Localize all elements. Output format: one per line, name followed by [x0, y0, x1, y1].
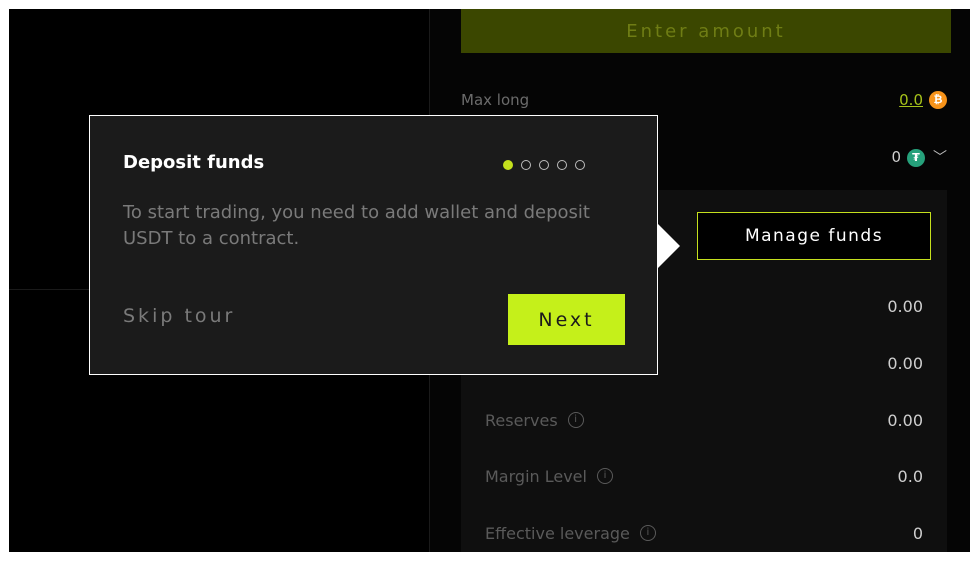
tour-popover: Deposit funds To start trading, you need…: [89, 115, 658, 375]
effective-leverage-label: Effective leverage: [485, 523, 630, 543]
info-icon[interactable]: i: [596, 468, 613, 484]
info-icon[interactable]: i: [567, 412, 584, 428]
usdt-icon: ₮: [907, 148, 925, 167]
amount-input[interactable]: [461, 9, 951, 53]
info-icon[interactable]: i: [639, 525, 656, 541]
max-long-label: Max long: [461, 91, 530, 109]
max-long-value-wrap: 0.0 ₿: [899, 91, 947, 110]
margin-level-label: Margin Level: [485, 466, 587, 486]
manage-funds-button[interactable]: Manage funds: [697, 212, 931, 260]
balance-value: 0: [891, 148, 901, 166]
step-dot[interactable]: [521, 160, 531, 170]
stat-value: 0.00: [887, 353, 923, 373]
next-button[interactable]: Next: [508, 294, 625, 345]
balance-selector[interactable]: 0 ₮ ﹀: [891, 147, 947, 167]
step-dot[interactable]: [539, 160, 549, 170]
tour-step-indicator: [503, 160, 585, 170]
max-long-value[interactable]: 0.0: [899, 91, 923, 109]
stat-label-wrap: Effective leverage i: [485, 524, 656, 543]
tour-title: Deposit funds: [123, 152, 265, 173]
stat-label-wrap: Reserves i: [485, 411, 584, 430]
step-dot-active[interactable]: [503, 160, 513, 170]
stat-row-reserves: Reserves i 0.00: [461, 407, 947, 433]
max-long-row: Max long 0.0 ₿: [461, 87, 947, 113]
effective-leverage-value: 0: [912, 523, 923, 543]
popover-arrow: [658, 224, 680, 268]
bitcoin-icon: ₿: [929, 91, 947, 110]
stat-row-effective-leverage: Effective leverage i 0: [461, 520, 947, 546]
skip-tour-button[interactable]: Skip tour: [123, 305, 235, 327]
chevron-down-icon: ﹀: [933, 150, 947, 166]
stat-row-margin-level: Margin Level i 0.0: [461, 463, 947, 489]
reserves-value: 0.00: [887, 410, 923, 430]
reserves-label: Reserves: [485, 410, 558, 430]
step-dot[interactable]: [557, 160, 567, 170]
margin-level-value: 0.0: [897, 466, 923, 486]
step-dot[interactable]: [575, 160, 585, 170]
tour-body: To start trading, you need to add wallet…: [123, 202, 590, 249]
stat-value: 0.00: [887, 296, 923, 316]
stat-label-wrap: Margin Level i: [485, 467, 613, 486]
app-window: Max long 0.0₿ 0₮﹀ 0.00 0.00 Reservesi: [9, 9, 970, 552]
